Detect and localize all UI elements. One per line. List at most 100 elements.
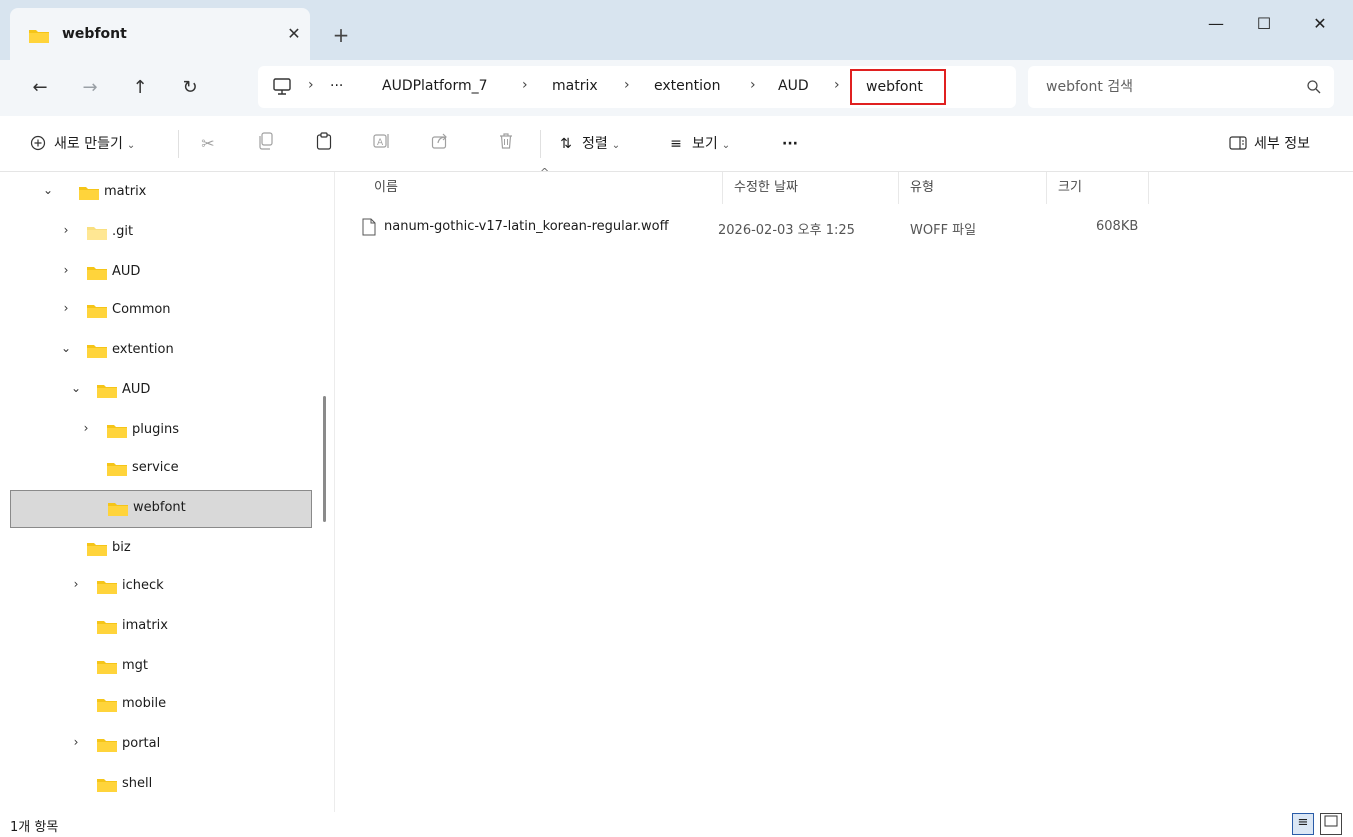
folder-icon [86,541,108,561]
chevron-right-icon[interactable]: › [68,735,84,753]
chevron-right-icon[interactable]: › [68,577,84,595]
maximize-button[interactable]: ☐ [1244,10,1284,38]
sidebar-item-mobile[interactable]: mobile [10,686,312,724]
folder-icon [96,777,118,797]
sidebar-item-portal[interactable]: › portal [10,726,312,764]
sidebar-item-matrix[interactable]: ⌄ matrix [10,174,312,212]
sidebar-item-label: AUD [122,382,151,397]
sidebar-item-service[interactable]: service [10,450,312,488]
chevron-right-icon[interactable]: › [58,223,74,241]
file-icon [362,218,376,240]
breadcrumb-overflow[interactable]: ··· [330,78,343,94]
file-row[interactable]: nanum-gothic-v17-latin_korean-regular.wo… [346,212,1346,244]
sidebar-item-label: extention [112,342,174,357]
command-toolbar: 새로 만들기 ⌄ ✂ A ⇅ 정렬 ⌄ ≡ 보기 ⌄ ··· 세부 정보 [0,116,1353,172]
sidebar-item-extention[interactable]: ⌄ extention [10,332,312,370]
search-box[interactable] [1028,66,1334,108]
rename-icon[interactable]: A [370,132,394,156]
sidebar-item-aud[interactable]: › AUD [10,254,312,292]
sidebar-item-imatrix[interactable]: imatrix [10,608,312,646]
breadcrumb-separator: › [522,77,528,93]
back-button[interactable]: ← [26,74,54,102]
sidebar-item-label: portal [122,736,161,751]
toolbar-divider [178,130,179,158]
view-button[interactable]: ≡ 보기 ⌄ [666,132,730,156]
column-header-type[interactable]: 유형 [910,176,934,195]
breadcrumb-current-label: webfont [866,79,923,95]
sidebar-item-git[interactable]: › .git [10,214,312,252]
sidebar-item-label: plugins [132,422,179,437]
list-view-icon: ≡ [670,136,682,152]
chevron-down-icon: ⌄ [721,140,731,151]
delete-icon[interactable] [494,132,518,156]
sidebar-item-mgt[interactable]: mgt [10,648,312,686]
tab-webfont[interactable]: webfont ✕ [10,8,310,60]
folder-icon [96,383,118,403]
sidebar-item-label: biz [112,540,131,555]
sort-button[interactable]: ⇅ 정렬 ⌄ [556,132,620,156]
column-header-modified[interactable]: 수정한 날짜 [734,176,798,195]
details-pane-button[interactable]: 세부 정보 [1228,132,1310,156]
address-bar[interactable]: › ··· AUDPlatform_7 › matrix › extention… [258,66,1016,108]
tiles-view-button[interactable] [1320,813,1342,835]
chevron-right-icon[interactable]: › [78,421,94,439]
sidebar-item-aud-sub[interactable]: ⌄ AUD [10,372,312,410]
sidebar-item-webfont[interactable]: webfont [10,490,312,528]
close-window-button[interactable]: ✕ [1300,10,1340,38]
toolbar-divider [540,130,541,158]
sidebar-item-plugins[interactable]: › plugins [10,412,312,450]
navigation-pane[interactable]: ⌄ matrix › .git › AUD › Common ⌄ extenti… [0,172,320,812]
column-divider[interactable] [898,172,899,204]
breadcrumb-item[interactable]: matrix [552,78,598,94]
paste-icon[interactable] [312,132,336,156]
item-count: 1개 항목 [10,820,59,835]
up-button[interactable]: ↑ [126,74,154,102]
breadcrumb-separator: › [624,77,630,93]
breadcrumb-separator: › [308,77,314,93]
sidebar-scrollbar[interactable] [323,396,326,522]
new-button[interactable]: 새로 만들기 ⌄ [28,132,135,156]
folder-icon [106,423,128,443]
sidebar-item-shell[interactable]: shell [10,766,312,804]
this-pc-icon[interactable] [272,78,292,100]
breadcrumb-item[interactable]: AUDPlatform_7 [382,78,488,94]
search-input[interactable] [1046,76,1286,98]
copy-icon[interactable] [254,132,278,156]
file-type: WOFF 파일 [910,223,977,238]
new-tab-button[interactable]: + [328,22,354,48]
folder-icon [96,697,118,717]
chevron-down-icon[interactable]: ⌄ [68,381,84,399]
pane-divider[interactable] [334,172,335,812]
chevron-down-icon[interactable]: ⌄ [58,341,74,359]
cut-icon[interactable]: ✂ [196,132,220,156]
column-header-size[interactable]: 크기 [1058,176,1082,195]
sidebar-item-label: webfont [133,500,186,515]
share-icon[interactable] [428,132,452,156]
folder-icon [86,303,108,323]
tab-close-button[interactable]: ✕ [282,22,306,46]
folder-icon [86,343,108,363]
sort-ascending-icon: ^ [540,166,550,179]
chevron-right-icon[interactable]: › [58,301,74,319]
folder-icon [96,579,118,599]
column-header-name[interactable]: 이름 [374,176,398,195]
refresh-button[interactable]: ↻ [176,74,204,102]
column-divider[interactable] [1046,172,1047,204]
chevron-down-icon[interactable]: ⌄ [40,183,56,201]
search-icon[interactable] [1304,77,1324,97]
sidebar-item-label: imatrix [122,618,168,633]
sidebar-item-biz[interactable]: biz [10,530,312,568]
forward-button[interactable]: → [76,74,104,102]
column-divider[interactable] [1148,172,1149,204]
breadcrumb-item[interactable]: extention [654,78,720,94]
breadcrumb-item[interactable]: AUD [778,78,809,94]
minimize-button[interactable]: — [1196,10,1236,38]
breadcrumb-current[interactable]: webfont [850,69,946,105]
details-pane-label: 세부 정보 [1254,136,1310,152]
more-options-button[interactable]: ··· [782,132,798,156]
column-divider[interactable] [722,172,723,204]
sidebar-item-common[interactable]: › Common [10,292,312,330]
chevron-right-icon[interactable]: › [58,263,74,281]
details-view-button[interactable]: ≡ [1292,813,1314,835]
sidebar-item-icheck[interactable]: › icheck [10,568,312,606]
